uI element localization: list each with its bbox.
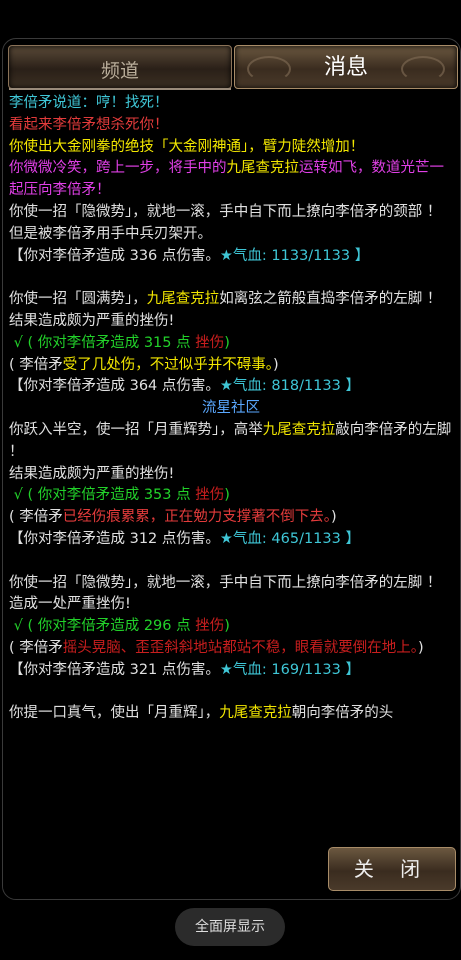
- log-line: 你提一口真气，使出「月重辉」，九尾查克拉朝向李倍矛的头: [9, 703, 453, 725]
- log-line: 看起来李倍矛想杀死你！: [9, 115, 453, 137]
- log-line: 【你对李倍矛造成 312 点伤害。★气血: 465/1133 】: [9, 529, 453, 551]
- log-line: 【你对李倍矛造成 321 点伤害。★气血: 169/1133 】: [9, 660, 453, 682]
- ornament-icon: [247, 56, 291, 82]
- tab-channel[interactable]: 频道: [8, 45, 232, 89]
- log-line: 你使一招「圆满势」，九尾查克拉如离弦之箭般直捣李倍矛的左脚 ！: [9, 289, 453, 311]
- log-segment: 挫伤: [195, 618, 225, 635]
- log-segment: 已经伤痕累累，正在勉力支撑著不倒下去。: [62, 509, 332, 526]
- log-line: 结果造成颇为严重的挫伤!: [9, 311, 453, 333]
- log-line: ( 李倍矛摇头晃脑、歪歪斜斜地站都站不稳，眼看就要倒在地上。): [9, 638, 453, 660]
- log-segment: ★气血: 1133/1133 】: [219, 247, 370, 264]
- log-segment: 受了几处伤，不过似乎并不碍事。: [62, 356, 274, 373]
- log-line: 李倍矛说道：哼！找死！: [9, 93, 453, 115]
- log-segment: 摇头晃脑、歪歪斜斜地站都站不稳，眼看就要倒在地上。: [62, 639, 419, 656]
- log-line: √ ( 你对李倍矛造成 315 点 挫伤): [9, 333, 453, 355]
- log-segment: √ ( 你对李倍矛造成 315 点: [9, 334, 196, 351]
- log-segment: 造成一处严重挫伤!: [9, 596, 131, 613]
- log-segment: 朝向李倍矛的头: [291, 705, 394, 722]
- log-segment: 九尾查克拉: [226, 160, 300, 177]
- log-line: 但是被李倍矛用手中兵刃架开。: [9, 224, 453, 246]
- log-line: 造成一处严重挫伤!: [9, 594, 453, 616]
- log-line: 你使出大金刚拳的绝技「大金刚神通」，臂力陡然增加！: [9, 137, 453, 159]
- log-line: 你使一招「隐微势」，就地一滚，手中自下而上撩向李倍矛的左脚 ！: [9, 573, 453, 595]
- log-segment: 结果造成颇为严重的挫伤!: [9, 312, 175, 329]
- log-line: ( 李倍矛受了几处伤，不过似乎并不碍事。): [9, 355, 453, 377]
- log-segment: ): [331, 509, 337, 526]
- log-segment: 你提一口真气，使出「月重辉」，: [9, 705, 220, 722]
- log-line: 结果造成颇为严重的挫伤!: [9, 464, 453, 486]
- log-segment: 【你对李倍矛造成 364 点伤害。: [9, 378, 220, 395]
- log-line: 【你对李倍矛造成 364 点伤害。★气血: 818/1133 】: [9, 376, 453, 398]
- fullscreen-button[interactable]: 全面屏显示: [175, 908, 285, 946]
- ornament-icon: [401, 56, 445, 82]
- tab-underline: [9, 88, 231, 90]
- log-spacer: [9, 551, 453, 573]
- log-segment: ): [224, 487, 230, 504]
- log-line: 【你对李倍矛造成 336 点伤害。★气血: 1133/1133 】: [9, 246, 453, 268]
- log-segment: 挫伤: [195, 487, 225, 504]
- tab-messages[interactable]: 消息: [234, 45, 458, 89]
- tab-channel-label: 频道: [100, 60, 139, 82]
- log-segment: 【你对李倍矛造成 321 点伤害。: [9, 661, 220, 678]
- log-segment: 【你对李倍矛造成 312 点伤害。: [9, 530, 220, 547]
- tab-messages-label: 消息: [323, 55, 368, 80]
- log-spacer: [9, 682, 453, 704]
- log-segment: ): [273, 356, 279, 373]
- log-segment: 九尾查克拉: [219, 705, 292, 722]
- log-segment: 流星社区: [202, 400, 260, 417]
- log-segment: 九尾查克拉: [262, 421, 336, 438]
- log-segment: 结果造成颇为严重的挫伤!: [9, 465, 175, 482]
- log-segment: ★气血: 169/1133 】: [219, 661, 360, 678]
- close-button[interactable]: 关 闭: [328, 847, 456, 891]
- log-segment: 你微微冷笑，跨上一步，将手中的: [9, 160, 227, 177]
- log-line: 你使一招「隐微势」，就地一滚，手中自下而上撩向李倍矛的颈部 ！: [9, 202, 453, 224]
- tab-bar: 频道 消息: [6, 41, 458, 89]
- log-segment: 挫伤: [195, 334, 225, 351]
- log-spacer: [9, 267, 453, 289]
- combat-log[interactable]: 李倍矛说道：哼！找死！ 看起来李倍矛想杀死你！ 你使出大金刚拳的绝技「大金刚神通」，…: [9, 93, 453, 725]
- log-line: 你微微冷笑，跨上一步，将手中的九尾查克拉运转如飞，数道光芒一起压向李倍矛！: [9, 158, 453, 202]
- message-panel: 频道 消息 李倍矛说道：哼！找死！ 看起来李倍矛想杀死你！ 你使出大金刚拳的绝技「大…: [2, 38, 461, 900]
- log-segment: 你使出大金刚拳的绝技「大金刚神通」，臂力陡然增加！: [9, 138, 365, 155]
- log-segment: 你使一招「隐微势」，就地一滚，手中自下而上撩向李倍矛的颈部 ！: [9, 203, 442, 220]
- log-segment: 李倍矛说道：哼！找死！: [9, 95, 169, 111]
- log-segment: √ ( 你对李倍矛造成 353 点: [9, 487, 196, 504]
- log-segment: 你使一招「圆满势」，: [9, 291, 147, 308]
- log-segment: 但是被李倍矛用手中兵刃架开。: [9, 225, 212, 242]
- log-segment: √ ( 你对李倍矛造成 296 点: [9, 618, 196, 635]
- log-line: √ ( 你对李倍矛造成 296 点 挫伤): [9, 616, 453, 638]
- log-segment: 你跃入半空，使一招「月重辉势」，高举: [9, 421, 263, 438]
- log-line: √ ( 你对李倍矛造成 353 点 挫伤): [9, 485, 453, 507]
- log-segment: ): [224, 334, 230, 351]
- log-line: 你跃入半空，使一招「月重辉势」，高举九尾查克拉敲向李倍矛的左脚 ！: [9, 420, 453, 464]
- log-segment: ): [224, 618, 230, 635]
- log-segment: ★气血: 818/1133 】: [219, 378, 360, 395]
- log-segment: ★气血: 465/1133 】: [219, 530, 360, 547]
- log-segment: ( 李倍矛: [9, 356, 63, 373]
- log-segment: 如离弦之箭般直捣李倍矛的左脚 ！: [219, 291, 442, 308]
- log-line: ( 李倍矛已经伤痕累累，正在勉力支撑著不倒下去。): [9, 507, 453, 529]
- log-line: 流星社区: [9, 398, 453, 420]
- log-segment: ( 李倍矛: [9, 509, 63, 526]
- log-segment: ( 李倍矛: [9, 639, 63, 656]
- log-segment: 看起来李倍矛想杀死你！: [9, 116, 169, 133]
- log-segment: 九尾查克拉: [146, 291, 220, 308]
- log-segment: 【你对李倍矛造成 336 点伤害。: [9, 247, 220, 264]
- log-segment: ): [418, 639, 424, 656]
- log-segment: 你使一招「隐微势」，就地一滚，手中自下而上撩向李倍矛的左脚 ！: [9, 574, 442, 591]
